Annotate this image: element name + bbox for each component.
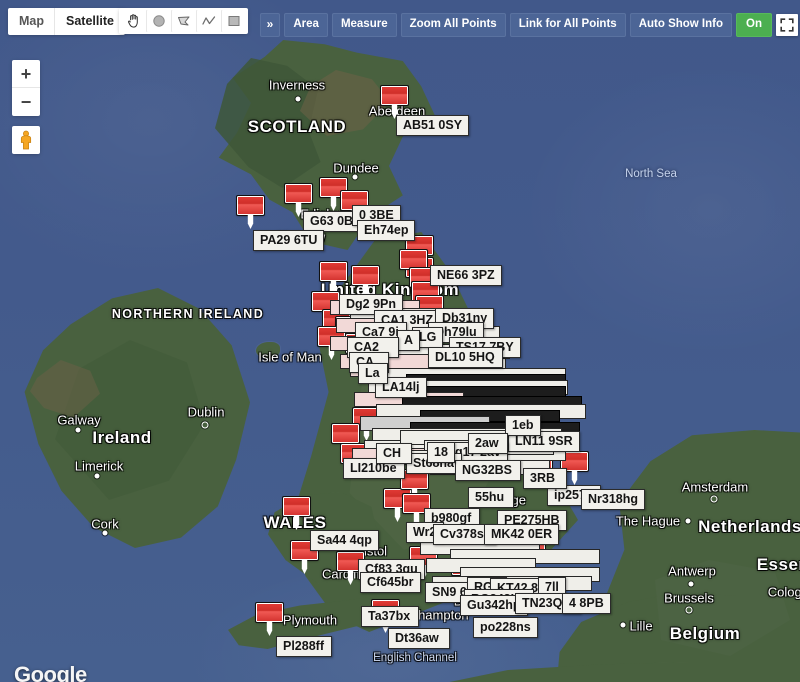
map-marker-pin[interactable] bbox=[236, 195, 265, 229]
marker-head bbox=[451, 555, 480, 576]
marker-head bbox=[255, 602, 284, 623]
marker-info-label[interactable]: PA29 6TU bbox=[253, 230, 325, 251]
map-canvas[interactable]: InvernessSCOTLANDAberdeenDundeeEdinburgh… bbox=[0, 0, 800, 682]
street-view-pegman-icon[interactable] bbox=[12, 126, 40, 154]
marker-info-label[interactable]: MK42 0ER bbox=[484, 524, 560, 545]
zoom-out-button[interactable]: − bbox=[12, 88, 40, 116]
auto-show-info-toggle[interactable]: On bbox=[736, 13, 772, 37]
marker-info-label[interactable]: 18 bbox=[427, 442, 455, 463]
circle-icon[interactable] bbox=[147, 10, 170, 32]
marker-info-label[interactable]: Eh74ep bbox=[357, 220, 416, 241]
sea-texture bbox=[520, 60, 800, 360]
place-dot bbox=[102, 530, 108, 536]
area-button[interactable]: Area bbox=[284, 13, 328, 37]
map-type-map[interactable]: Map bbox=[8, 8, 55, 35]
marker-info-label[interactable]: Cf645br bbox=[360, 572, 421, 593]
marker-needle bbox=[266, 622, 273, 636]
auto-show-info-button[interactable]: Auto Show Info bbox=[629, 13, 733, 37]
place-dot bbox=[352, 174, 358, 180]
marker-info-label[interactable]: 55hu bbox=[468, 487, 514, 508]
marker-info-label[interactable]: NG32BS bbox=[455, 460, 521, 481]
marker-info-label[interactable]: A bbox=[397, 330, 421, 351]
marker-info-label[interactable]: NE66 3PZ bbox=[430, 265, 502, 286]
zoom-control[interactable]: + − bbox=[12, 60, 40, 116]
place-dot bbox=[295, 96, 301, 102]
marker-info-label[interactable]: Dt36aw bbox=[388, 628, 450, 649]
landmass-isle-of-man bbox=[256, 342, 280, 358]
place-dot bbox=[201, 421, 209, 429]
marker-needle bbox=[301, 560, 308, 574]
marker-info-label[interactable]: La bbox=[358, 363, 388, 384]
marker-info-label[interactable]: 1eb bbox=[505, 415, 541, 436]
marker-head bbox=[236, 195, 265, 216]
marker-needle bbox=[363, 427, 370, 441]
marker-needle bbox=[571, 471, 578, 485]
zoom-in-button[interactable]: + bbox=[12, 60, 40, 88]
marker-info-label[interactable]: AB51 0SY bbox=[396, 115, 470, 136]
pan-hand-icon[interactable] bbox=[122, 10, 145, 32]
marker-needle bbox=[295, 203, 302, 217]
place-dot bbox=[94, 473, 100, 479]
marker-info-label[interactable]: Pl288ff bbox=[276, 636, 332, 657]
marker-head bbox=[351, 265, 380, 286]
map-marker-pin[interactable] bbox=[255, 602, 284, 636]
map-marker-pin[interactable] bbox=[317, 326, 346, 360]
marker-head bbox=[399, 249, 428, 270]
marker-info-label[interactable]: CH bbox=[376, 443, 412, 464]
drawing-toolbar[interactable] bbox=[119, 8, 248, 34]
place-dot bbox=[75, 427, 81, 433]
polygon-icon[interactable] bbox=[172, 10, 195, 32]
marker-info-label[interactable]: 3RB bbox=[523, 468, 567, 489]
expand-toolbar-button[interactable]: » bbox=[259, 13, 281, 37]
marker-info-label[interactable]: po228ns bbox=[473, 617, 538, 638]
map-marker-pin[interactable] bbox=[282, 496, 311, 530]
marker-head bbox=[282, 496, 311, 517]
place-dot bbox=[685, 606, 693, 614]
marker-needle bbox=[247, 215, 254, 229]
polyline-icon[interactable] bbox=[197, 10, 220, 32]
marker-needle bbox=[328, 346, 335, 360]
map-marker-pin[interactable] bbox=[319, 261, 348, 295]
marker-info-label[interactable]: Nr318hg bbox=[581, 489, 646, 510]
marker-needle bbox=[528, 556, 535, 570]
marker-needle bbox=[347, 571, 354, 585]
google-watermark: Google bbox=[14, 662, 87, 682]
marker-head bbox=[331, 423, 360, 444]
place-dot bbox=[710, 495, 718, 503]
map-type-control[interactable]: Map Satellite bbox=[8, 8, 125, 35]
place-dot bbox=[620, 622, 626, 628]
place-dot bbox=[685, 518, 691, 524]
marker-info-label[interactable]: 4 8PB bbox=[562, 593, 611, 614]
marker-head bbox=[380, 85, 409, 106]
marker-head bbox=[284, 183, 313, 204]
marker-head bbox=[319, 261, 348, 282]
marker-info-label[interactable]: DL10 5HQ bbox=[428, 347, 503, 368]
place-dot bbox=[688, 581, 694, 587]
marker-needle bbox=[504, 557, 511, 571]
marker-head bbox=[317, 326, 346, 347]
zoom-all-points-button[interactable]: Zoom All Points bbox=[400, 13, 506, 37]
marker-needle bbox=[394, 508, 401, 522]
rectangle-icon[interactable] bbox=[222, 10, 245, 32]
marker-needle bbox=[293, 516, 300, 530]
link-for-all-points-button[interactable]: Link for All Points bbox=[509, 13, 626, 37]
top-action-toolbar[interactable]: » Area Measure Zoom All Points Link for … bbox=[259, 13, 798, 37]
marker-info-label[interactable]: 2aw bbox=[468, 433, 508, 454]
marker-info-label[interactable]: Sa44 4qp bbox=[310, 530, 379, 551]
map-type-satellite[interactable]: Satellite bbox=[55, 8, 125, 35]
fullscreen-icon[interactable] bbox=[776, 14, 798, 36]
measure-button[interactable]: Measure bbox=[331, 13, 397, 37]
marker-needle bbox=[330, 197, 337, 211]
marker-info-label[interactable]: Ta37bx bbox=[361, 606, 419, 627]
